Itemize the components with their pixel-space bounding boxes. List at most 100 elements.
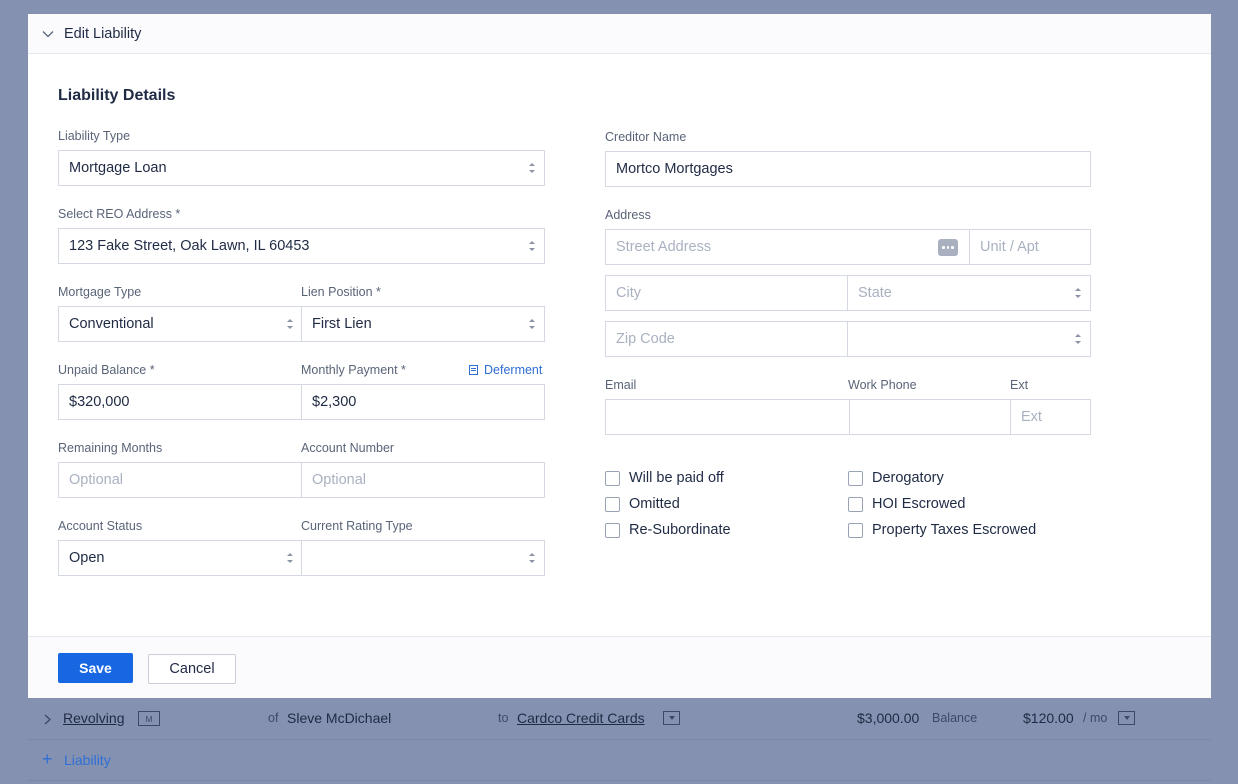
account-number-placeholder: Optional <box>312 472 367 488</box>
monthly-payment-label: Monthly Payment * <box>301 363 406 377</box>
omitted-checkbox[interactable]: Omitted <box>605 496 680 512</box>
edit-liability-modal: Edit Liability Liability Details Liabili… <box>28 14 1211 698</box>
deferment-link[interactable]: Deferment <box>469 363 542 377</box>
save-button[interactable]: Save <box>58 653 133 683</box>
will-be-paid-off-label: Will be paid off <box>629 470 724 486</box>
creditor-link[interactable]: Cardco Credit Cards <box>517 710 645 726</box>
account-status-value: Open <box>69 550 105 566</box>
omitted-label: Omitted <box>629 496 680 512</box>
ext-input[interactable]: Ext <box>1010 399 1091 435</box>
mortgage-type-label: Mortgage Type <box>58 285 142 299</box>
monthly-payment-input[interactable]: $2,300 <box>301 384 545 420</box>
hoi-escrowed-checkbox[interactable]: HOI Escrowed <box>848 496 965 512</box>
calendar-icon <box>469 365 478 375</box>
chevron-right-icon[interactable] <box>44 714 52 725</box>
modal-title: Edit Liability <box>64 25 142 42</box>
property-taxes-escrowed-checkbox[interactable]: Property Taxes Escrowed <box>848 522 1036 538</box>
select-arrows-icon <box>287 319 293 329</box>
city-input[interactable]: City <box>605 275 848 311</box>
chevron-down-icon[interactable] <box>41 27 55 41</box>
derogatory-label: Derogatory <box>872 470 944 486</box>
payment-amount: $120.00 <box>1023 710 1074 726</box>
row-divider <box>28 739 1211 740</box>
lien-position-label: Lien Position * <box>301 285 381 299</box>
select-arrows-icon <box>529 163 535 173</box>
select-arrows-icon <box>1075 334 1081 344</box>
to-text: to <box>498 711 509 725</box>
account-number-input[interactable]: Optional <box>301 462 545 498</box>
remaining-months-label: Remaining Months <box>58 441 163 455</box>
re-subordinate-checkbox[interactable]: Re-Subordinate <box>605 522 731 538</box>
select-arrows-icon <box>529 553 535 563</box>
zip-code-placeholder: Zip Code <box>616 331 675 347</box>
remaining-months-placeholder: Optional <box>69 472 124 488</box>
email-input[interactable] <box>605 399 850 435</box>
liability-type-label: Liability Type <box>58 129 131 143</box>
deferment-label: Deferment <box>484 363 543 377</box>
checkbox-box[interactable] <box>848 470 863 486</box>
will-be-paid-off-checkbox[interactable]: Will be paid off <box>605 470 724 486</box>
add-liability-button[interactable]: + Liability <box>28 749 1211 772</box>
lien-position-select[interactable]: First Lien <box>301 306 545 342</box>
account-status-select[interactable]: Open <box>58 540 302 576</box>
derogatory-checkbox[interactable]: Derogatory <box>848 470 944 486</box>
address-label: Address <box>605 208 651 222</box>
current-rating-type-select[interactable] <box>301 540 545 576</box>
account-number-label: Account Number <box>301 441 395 455</box>
checkbox-box[interactable] <box>605 470 620 486</box>
balance-amount: $3,000.00 <box>857 710 920 726</box>
select-arrows-icon <box>287 553 293 563</box>
more-options-icon[interactable] <box>938 239 958 256</box>
liability-type-select[interactable]: Mortgage Loan <box>58 150 545 186</box>
email-label: Email <box>605 378 637 392</box>
checkbox-box[interactable] <box>605 522 620 538</box>
street-address-input[interactable]: Street Address <box>605 229 970 265</box>
mortgage-type-select[interactable]: Conventional <box>58 306 302 342</box>
select-arrows-icon <box>529 319 535 329</box>
account-status-label: Account Status <box>58 519 143 533</box>
select-arrows-icon <box>529 241 535 251</box>
remaining-months-input[interactable]: Optional <box>58 462 302 498</box>
liability-type-value: Mortgage Loan <box>69 160 167 176</box>
work-phone-input[interactable] <box>849 399 1011 435</box>
add-liability-label: Liability <box>64 752 111 768</box>
zip-code-input[interactable]: Zip Code <box>605 321 848 357</box>
modal-footer: Save Cancel <box>28 636 1211 698</box>
borrower-name: Sleve McDichael <box>287 710 392 726</box>
plus-icon: + <box>42 749 53 769</box>
city-placeholder: City <box>616 285 641 301</box>
section-title: Liability Details <box>58 87 176 104</box>
unpaid-balance-label: Unpaid Balance * <box>58 363 155 377</box>
reo-address-label: Select REO Address * <box>58 207 181 221</box>
payment-unit: / mo <box>1083 711 1108 725</box>
unpaid-balance-value: $320,000 <box>69 394 130 410</box>
work-phone-label: Work Phone <box>848 378 917 392</box>
manual-badge: M <box>138 711 160 726</box>
unit-apt-input[interactable]: Unit / Apt <box>969 229 1091 265</box>
cancel-button[interactable]: Cancel <box>148 654 236 684</box>
creditor-name-value: Mortco Mortgages <box>616 161 733 177</box>
liability-row-revolving: Revolving M of Sleve McDichael to Cardco… <box>28 708 1211 730</box>
mortgage-type-value: Conventional <box>69 316 154 332</box>
checkbox-box[interactable] <box>848 522 863 538</box>
hoi-escrowed-label: HOI Escrowed <box>872 496 966 512</box>
county-select[interactable] <box>847 321 1091 357</box>
lien-position-value: First Lien <box>312 316 372 332</box>
reo-address-select[interactable]: 123 Fake Street, Oak Lawn, IL 60453 <box>58 228 545 264</box>
checkbox-box[interactable] <box>605 496 620 512</box>
state-select[interactable]: State <box>847 275 1091 311</box>
state-placeholder: State <box>858 285 892 301</box>
creditor-dropdown[interactable] <box>663 711 680 725</box>
of-text: of <box>268 711 279 725</box>
street-address-placeholder: Street Address <box>616 239 712 255</box>
modal-header[interactable]: Edit Liability <box>28 14 1211 54</box>
ext-label: Ext <box>1010 378 1029 392</box>
property-taxes-escrowed-label: Property Taxes Escrowed <box>872 522 1037 538</box>
checkbox-box[interactable] <box>848 496 863 512</box>
unpaid-balance-input[interactable]: $320,000 <box>58 384 302 420</box>
reo-address-value: 123 Fake Street, Oak Lawn, IL 60453 <box>69 238 310 254</box>
current-rating-type-label: Current Rating Type <box>301 519 413 533</box>
liability-type-link[interactable]: Revolving <box>63 710 124 726</box>
creditor-name-input[interactable]: Mortco Mortgages <box>605 151 1091 187</box>
payment-dropdown[interactable] <box>1118 711 1135 725</box>
